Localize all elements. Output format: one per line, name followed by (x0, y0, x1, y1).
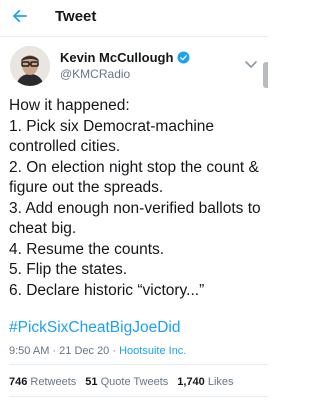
tweet-time: 9:50 AM (9, 345, 50, 357)
retweets-stat[interactable]: 746 Retweets (9, 376, 76, 388)
profile-photo (10, 46, 50, 86)
tweet-meta: 9:50 AM · 21 Dec 20 · Hootsuite Inc. (9, 345, 186, 357)
quote-tweets-count: 51 (85, 376, 98, 388)
retweets-count: 746 (9, 376, 28, 388)
hashtag-link[interactable]: #PickSixCheatBigJoeDid (9, 319, 180, 337)
page-title: Tweet (55, 8, 97, 25)
author-name-row[interactable]: Kevin McCullough (60, 50, 190, 65)
divider (9, 364, 268, 365)
likes-label: Likes (207, 376, 234, 388)
avatar[interactable] (10, 46, 50, 86)
top-bar: Tweet (0, 0, 268, 37)
divider (9, 396, 268, 397)
chevron-down-icon[interactable] (244, 60, 258, 70)
author-name: Kevin McCullough (60, 50, 174, 65)
quote-tweets-label: Quote Tweets (100, 376, 169, 388)
scroll-handle[interactable] (263, 62, 268, 88)
back-button[interactable] (8, 4, 32, 28)
verified-badge-icon (177, 51, 190, 64)
engagement-stats: 746 Retweets 51 Quote Tweets 1,740 Likes (9, 376, 234, 388)
tweet-text: How it happened: 1. Pick six Democrat-ma… (9, 97, 261, 299)
retweets-label: Retweets (30, 376, 77, 388)
tweet-source-link[interactable]: Hootsuite Inc. (119, 345, 186, 357)
arrow-left-icon (13, 9, 27, 23)
likes-stat[interactable]: 1,740 Likes (177, 376, 233, 388)
meta-separator: · (112, 345, 117, 357)
author-handle: @KMCRadio (60, 67, 131, 81)
quote-tweets-stat[interactable]: 51 Quote Tweets (85, 376, 168, 388)
meta-separator: · (52, 345, 57, 357)
tweet-date: 21 Dec 20 (59, 345, 110, 357)
likes-count: 1,740 (177, 376, 205, 388)
